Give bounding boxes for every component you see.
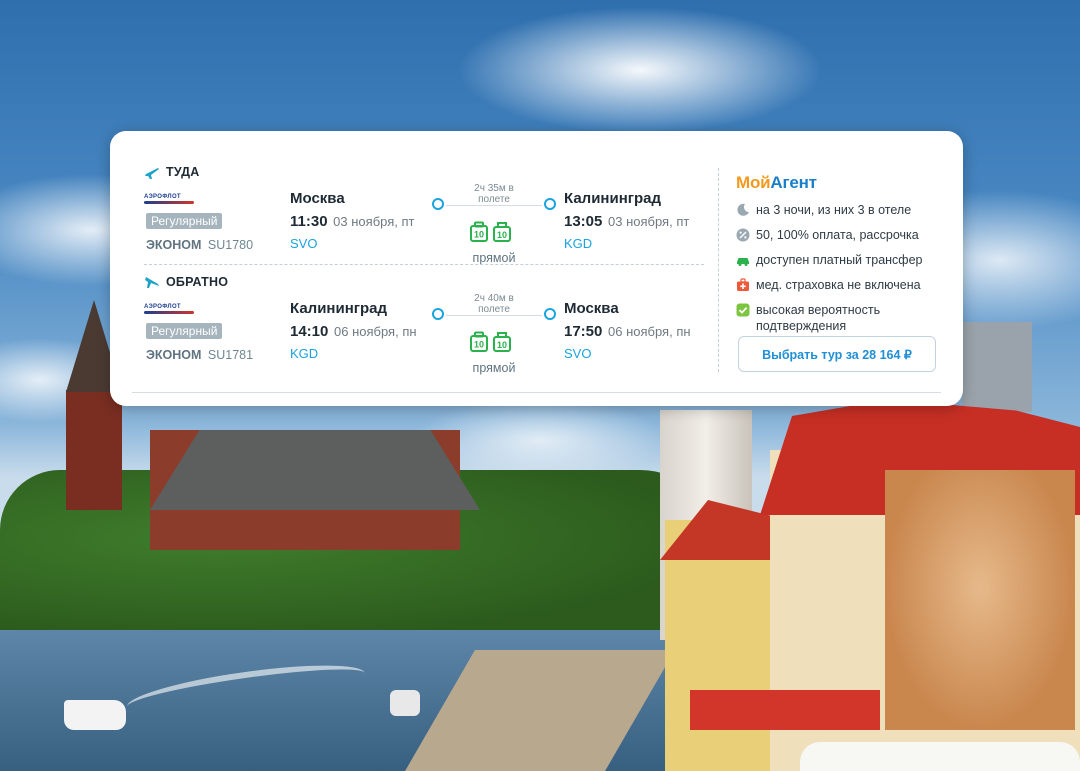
direction-label: ТУДА [166,165,200,179]
class-name: ЭКОНОМ [146,238,202,252]
route-start-dot [432,198,444,210]
feature-text: мед. страховка не включена [756,278,921,292]
departure-time: 14:10 [290,323,329,340]
outbound-header: ТУДА [144,164,200,180]
logo-part-1: Мой [736,173,771,192]
select-tour-button[interactable]: Выбрать тур за 28 164 ₽ [738,336,936,372]
feature-text: доступен платный трансфер [756,253,923,267]
arrival-info: Москва 17:50 06 ноября, пн SVO [564,300,764,361]
route-info: 2ч 40м в полете 10 10 прямой [432,293,556,383]
wall-mural [885,470,1075,730]
return-header: ОБРАТНО [144,274,228,290]
plane-return-icon [145,277,159,288]
airline-logo-wing [144,311,194,314]
flight-duration: 2ч 40м в полете [458,293,530,315]
red-awning [690,690,880,730]
feature-transfer: доступен платный трансфер [736,252,946,268]
moiagent-logo: МойАгент [736,173,946,193]
feature-text: 50, 100% оплата, рассрочка [756,228,919,242]
arrival-airport: SVO [564,346,592,361]
feature-confirmation: высокая вероятность подтверждения [736,302,946,334]
panel-divider [718,168,719,372]
plane-departure-icon [145,168,159,179]
outbound-flight: ТУДА АЭРОФЛОТ Регулярный ЭКОНОМ SU1780 М… [144,164,724,274]
cathedral-tower [66,390,122,510]
arrival-time: 17:50 [564,323,603,340]
feature-payment: 50, 100% оплата, рассрочка [736,227,946,243]
check-icon [736,303,750,317]
baggage-10kg-icon: 10 [470,331,488,352]
feature-insurance: мед. страховка не включена [736,277,946,293]
distant-buildings [962,322,1032,412]
cafe-umbrellas [800,742,1080,771]
route-line [446,205,542,206]
flight-number: SU1780 [207,238,254,252]
logo-part-2: Агент [770,173,817,192]
arrival-city: Москва [564,300,619,317]
route-info: 2ч 35м в полете 10 10 прямой [432,183,556,273]
moon-icon [737,203,749,216]
route-end-dot [544,198,556,210]
agent-panel: МойАгент на 3 ночи, из них 3 в отеле 50,… [736,173,946,372]
feature-text: высокая вероятность подтверждения [756,303,881,333]
class-line: ЭКОНОМ SU1781 [146,348,253,362]
arrival-info: Калининград 13:05 03 ноября, пт KGD [564,190,764,251]
tariff-badge: Регулярный [146,213,223,229]
departure-date: 03 ноября, пт [333,214,415,229]
feature-text: на 3 ночи, из них 3 в отеле [756,203,912,217]
flight-duration: 2ч 35м в полете [458,183,530,205]
airline-logo: АЭРОФЛОТ [144,302,196,316]
class-line: ЭКОНОМ SU1780 [146,238,253,252]
route-end-dot [544,308,556,320]
bag-weight: 10 [474,340,484,350]
class-name: ЭКОНОМ [146,348,202,362]
boat [64,700,126,730]
bag-weight: 10 [497,340,507,350]
arrival-date: 03 ноября, пт [608,214,690,229]
hand-luggage-10kg-icon: 10 [493,332,511,352]
arrival-airport: KGD [564,236,593,251]
arrival-time: 13:05 [564,213,603,230]
arrival-date: 06 ноября, пн [608,324,691,339]
return-flight: ОБРАТНО АЭРОФЛОТ Регулярный ЭКОНОМ SU178… [144,274,724,384]
card-bottom-border [132,392,941,393]
feature-nights: на 3 ночи, из них 3 в отеле [736,202,946,218]
departure-time: 11:30 [290,213,328,230]
airline-logo-wing [144,201,194,204]
airline-logo: АЭРОФЛОТ [144,192,196,206]
tariff-badge: Регулярный [146,323,223,339]
car-icon [737,258,749,266]
direct-flight-label: прямой [472,361,516,375]
hand-luggage-10kg-icon: 10 [493,222,511,242]
airline-logo-text: АЭРОФЛОТ [144,304,181,310]
direction-label: ОБРАТНО [166,275,229,289]
tour-card[interactable]: ТУДА АЭРОФЛОТ Регулярный ЭКОНОМ SU1780 М… [110,131,963,406]
route-start-dot [432,308,444,320]
departure-date: 06 ноября, пн [334,324,417,339]
route-line [446,315,542,316]
boat [390,690,420,716]
baggage-10kg-icon: 10 [470,221,488,242]
leg-divider [144,264,704,265]
bag-weight: 10 [474,230,484,240]
direct-flight-label: прямой [472,251,516,265]
arrival-city: Калининград [564,190,662,207]
airline-logo-text: АЭРОФЛОТ [144,194,181,200]
cathedral-roof [150,430,480,510]
percent-icon [736,228,750,242]
bag-weight: 10 [497,230,507,240]
flight-number: SU1781 [207,348,254,362]
medkit-icon [737,278,749,291]
